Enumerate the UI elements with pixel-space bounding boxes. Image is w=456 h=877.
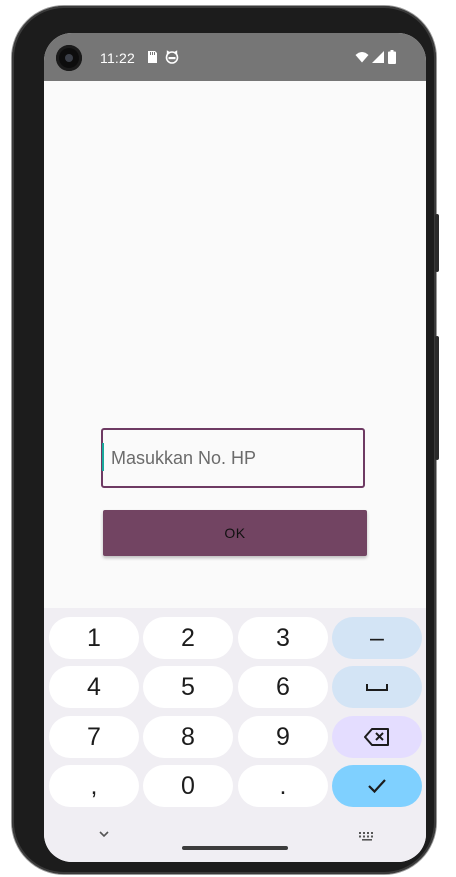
- phone-number-input[interactable]: [101, 428, 365, 488]
- minus-label: –: [370, 623, 384, 652]
- gesture-handle[interactable]: [182, 846, 288, 850]
- key-1[interactable]: 1: [49, 617, 139, 659]
- main-content: OK: [44, 81, 426, 608]
- cell-signal-icon: [372, 51, 384, 63]
- key-8[interactable]: 8: [143, 716, 233, 758]
- key-7[interactable]: 7: [49, 716, 139, 758]
- enter-key[interactable]: [332, 765, 422, 807]
- key-9[interactable]: 9: [238, 716, 328, 758]
- text-cursor: [102, 443, 104, 471]
- battery-icon: [388, 50, 396, 64]
- numeric-keyboard: 1 2 3 – 4 5 6 7 8 9 , 0 .: [44, 608, 426, 862]
- status-bar: 11:22: [44, 33, 426, 81]
- key-2[interactable]: 2: [143, 617, 233, 659]
- key-3[interactable]: 3: [238, 617, 328, 659]
- space-key[interactable]: [332, 666, 422, 708]
- device-frame: 11:22 Masukkan No. HP OK 1 2 3 – 4 5 6 7…: [12, 6, 439, 874]
- volume-button: [435, 336, 439, 460]
- key-4[interactable]: 4: [49, 666, 139, 708]
- ok-button[interactable]: OK: [103, 510, 367, 556]
- front-camera: [56, 45, 82, 71]
- screen: 11:22 Masukkan No. HP OK 1 2 3 – 4 5 6 7…: [44, 33, 426, 862]
- backspace-icon: [364, 728, 389, 746]
- backspace-key[interactable]: [332, 716, 422, 758]
- keyboard-switch-icon[interactable]: [358, 831, 376, 841]
- status-time: 11:22: [100, 50, 135, 66]
- chevron-down-icon[interactable]: [96, 829, 112, 841]
- key-6[interactable]: 6: [238, 666, 328, 708]
- key-period[interactable]: .: [238, 765, 328, 807]
- power-button: [435, 214, 439, 272]
- space-icon: [366, 684, 388, 691]
- sd-card-icon: [148, 51, 157, 63]
- key-comma[interactable]: ,: [49, 765, 139, 807]
- minus-key[interactable]: –: [332, 617, 422, 659]
- wifi-icon: [355, 52, 369, 63]
- key-5[interactable]: 5: [143, 666, 233, 708]
- checkmark-icon: [368, 779, 386, 794]
- cat-face-icon: [165, 50, 179, 64]
- key-0[interactable]: 0: [143, 765, 233, 807]
